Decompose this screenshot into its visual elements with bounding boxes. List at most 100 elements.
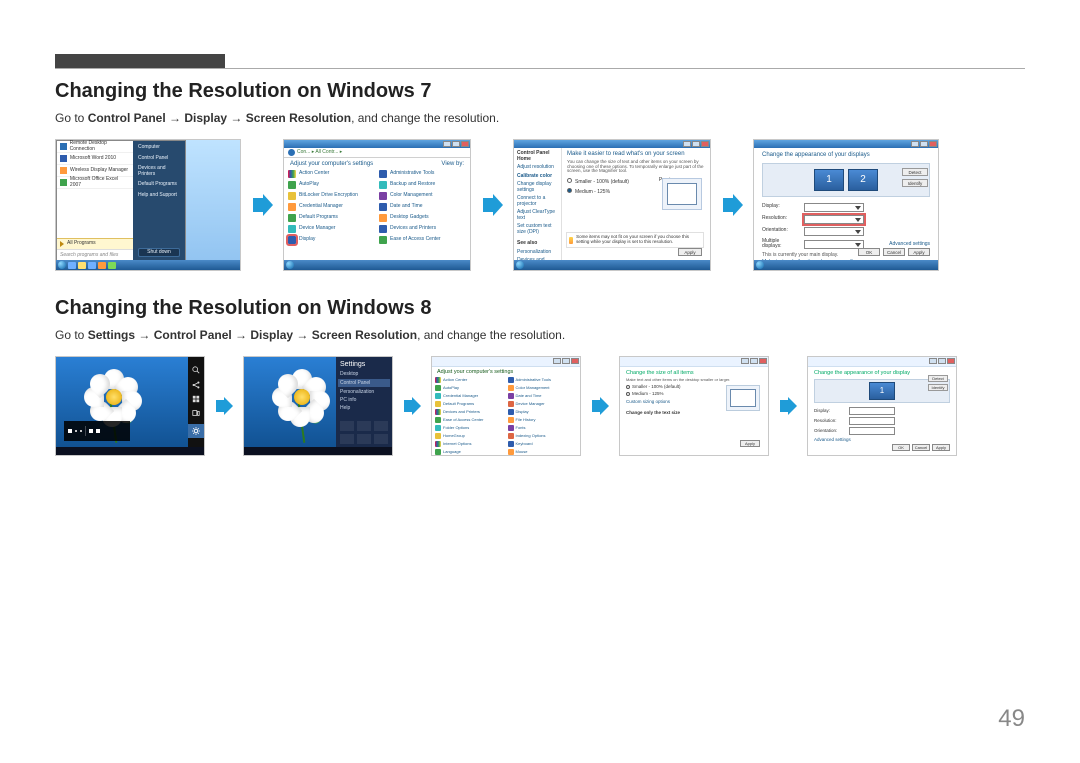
cp-item[interactable]: Action Center [435,377,505,383]
orientation-select[interactable] [804,227,864,236]
cp-item[interactable]: Fonts [508,425,578,431]
ok-button[interactable]: OK [892,444,910,451]
cp-item[interactable]: Devices and Printers [379,225,466,233]
cp-item[interactable]: Administrative Tools [379,170,466,178]
cp-item[interactable]: Date and Time [508,393,578,399]
resolution-select[interactable] [849,417,895,425]
detect-button[interactable]: Detect [928,375,948,382]
taskbar-icon[interactable] [108,262,116,269]
cp-item[interactable]: Credential Manager [435,393,505,399]
cp-item[interactable]: Color Management [508,385,578,391]
quick-icon[interactable] [374,421,388,431]
startmenu-right-item[interactable]: Default Programs [138,182,180,188]
quick-icon[interactable] [357,421,371,431]
cp-item[interactable]: Action Center [288,170,375,178]
cp-item[interactable]: Mouse [508,449,578,455]
cp-viewby[interactable]: View by: [441,161,464,168]
charm-share-icon[interactable] [192,381,200,389]
side-link[interactable]: Calibrate color [517,174,558,180]
side-link[interactable]: Adjust resolution [517,165,558,171]
charm-settings-icon[interactable] [188,424,204,438]
cp-item[interactable]: Administrative Tools [508,377,578,383]
cp-item[interactable]: AutoPlay [435,385,505,391]
identify-button[interactable]: Identify [902,179,928,187]
side-link[interactable]: Change display settings [517,182,558,193]
apply-button[interactable]: Apply [678,248,702,256]
cp-item[interactable]: Keyboard [508,441,578,447]
startmenu-right-item[interactable]: Devices and Printers [138,166,180,177]
apply-button[interactable]: Apply [908,248,930,256]
charm-start-icon[interactable] [192,395,200,403]
cancel-button[interactable]: Cancel [883,248,905,256]
cp-item[interactable]: Ease of Access Center [435,417,505,423]
cp-item[interactable]: Folder Options [435,425,505,431]
ok-button[interactable]: OK [858,248,880,256]
cp-item[interactable]: Color Management [379,192,466,200]
identify-button[interactable]: Identify [928,384,948,391]
startmenu-item[interactable]: Microsoft Office Excel 2007 [57,177,133,189]
monitor-2[interactable]: 2 [848,169,878,191]
quick-icon[interactable] [357,434,371,444]
back-icon[interactable] [288,149,295,156]
cp-item[interactable]: Ease of Access Center [379,236,466,244]
startmenu-right-item[interactable]: Computer [138,145,180,151]
cp-item[interactable]: Default Programs [288,214,375,222]
taskbar-icon[interactable] [88,262,96,269]
startmenu-item[interactable]: Microsoft Word 2010 [57,153,133,165]
cp-item[interactable]: Device Manager [508,401,578,407]
settings-link[interactable]: Personalization [340,389,388,395]
startmenu-item[interactable]: Remote Desktop Connection [57,141,133,153]
quick-icon[interactable] [340,434,354,444]
cancel-button[interactable]: Cancel [912,444,930,451]
taskbar [56,260,240,270]
cp-item[interactable]: BitLocker Drive Encryption [288,192,375,200]
quick-icon[interactable] [340,421,354,431]
multi-select[interactable] [804,240,864,249]
startmenu-shutdown[interactable]: Shut down [138,248,180,258]
cp-item[interactable]: HomeGroup [435,433,505,439]
monitor-1[interactable]: 1 [814,169,844,191]
startmenu-right-item[interactable]: Control Panel [138,156,180,162]
start-orb-icon[interactable] [58,261,66,269]
cp-item[interactable]: Internet Options [435,441,505,447]
cp-item[interactable]: Default Programs [435,401,505,407]
cp-item[interactable]: Language [435,449,505,455]
charm-search-icon[interactable] [192,366,200,374]
cp-item[interactable]: Backup and Restore [379,181,466,189]
display-select[interactable] [804,203,864,212]
side-link[interactable]: Connect to a projector [517,196,558,207]
detect-button[interactable]: Detect [902,168,928,176]
cp-item[interactable]: File History [508,417,578,423]
startmenu-right-item[interactable]: Help and Support [138,193,180,199]
apply-button[interactable]: Apply [740,440,760,447]
win8-step1-charms [55,356,205,456]
startmenu-all-programs[interactable]: All Programs [57,238,133,249]
side-link[interactable]: Set custom text size (DPI) [517,224,558,235]
cp-item[interactable]: Devices and Printers [435,409,505,415]
side-link[interactable]: Adjust ClearType text [517,210,558,221]
settings-link-controlpanel[interactable]: Control Panel [338,379,390,387]
quick-icon[interactable] [374,434,388,444]
taskbar-icon[interactable] [68,262,76,269]
cp-item[interactable]: Device Manager [288,225,375,233]
adv-link[interactable]: Advanced settings [814,438,950,443]
charm-devices-icon[interactable] [192,409,200,417]
display-select[interactable] [849,407,895,415]
cp-item-display[interactable]: Display [288,236,375,244]
orientation-select[interactable] [849,427,895,435]
settings-link[interactable]: PC info [340,397,388,403]
resolution-select[interactable] [804,215,864,224]
apply-button[interactable]: Apply [932,444,950,451]
cp-item[interactable]: Date and Time [379,203,466,211]
cp-item[interactable]: Display [508,409,578,415]
cp-item[interactable]: Desktop Gadgets [379,214,466,222]
settings-link[interactable]: Help [340,405,388,411]
cp-item[interactable]: Credential Manager [288,203,375,211]
monitor-1[interactable]: 1 [869,382,895,400]
settings-link[interactable]: Desktop [340,371,388,377]
side-foot-link[interactable]: Personalization [517,250,558,256]
cp-item[interactable]: AutoPlay [288,181,375,189]
cp-item[interactable]: Indexing Options [508,433,578,439]
taskbar-icon[interactable] [98,262,106,269]
taskbar-icon[interactable] [78,262,86,269]
